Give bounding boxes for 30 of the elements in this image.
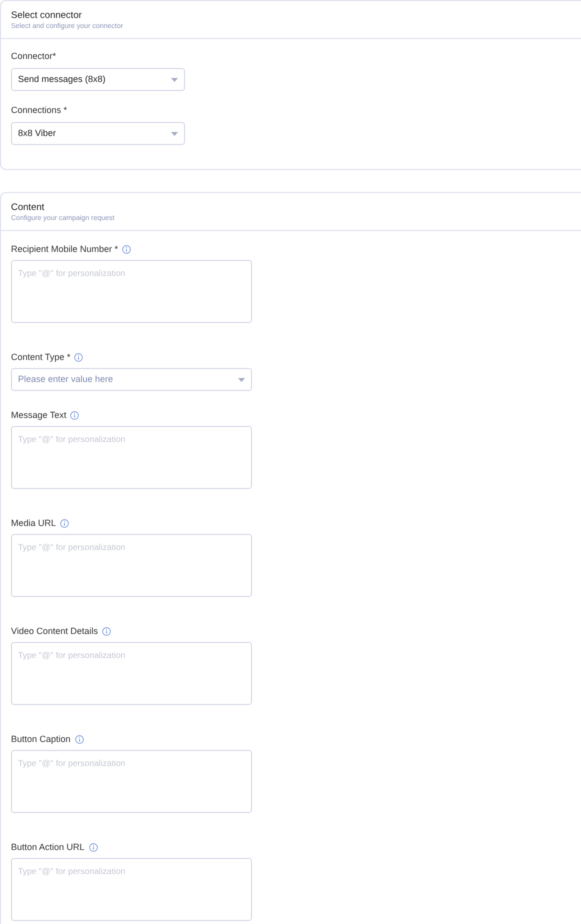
caret-icon <box>171 78 178 82</box>
field-label: Media URL <box>11 516 56 530</box>
info-icon[interactable] <box>88 842 98 852</box>
field-label: Message Text <box>11 408 66 422</box>
info-icon[interactable] <box>60 518 70 528</box>
input-field[interactable]: Type "@" for personalization <box>11 426 252 490</box>
field-label: Recipient Mobile Number * <box>11 242 118 256</box>
field-label: Connections * <box>11 104 68 118</box>
input-field[interactable]: Type "@" for personalization <box>11 750 252 814</box>
info-icon[interactable] <box>122 244 132 254</box>
section-title: Content <box>11 202 46 214</box>
select-field[interactable]: Please enter value here <box>11 368 252 392</box>
input-field[interactable]: Type "@" for personalization <box>11 534 252 598</box>
field-label: Content Type * <box>11 350 70 364</box>
info-icon[interactable] <box>74 352 84 362</box>
field-label: Button Action URL <box>11 840 85 854</box>
input-field[interactable]: Type "@" for personalization <box>11 858 252 922</box>
section-title: Select connector <box>11 10 83 22</box>
field-label: Connector* <box>11 50 56 64</box>
caret-icon <box>171 132 178 136</box>
field-label: Video Content Details <box>11 624 98 638</box>
input-field[interactable]: Type "@" for personalization <box>11 260 252 324</box>
caret-icon <box>238 378 245 382</box>
select-field[interactable]: 8x8 Viber <box>11 122 185 146</box>
info-icon[interactable] <box>70 410 80 420</box>
field-label: Button Caption <box>11 732 71 746</box>
info-icon[interactable] <box>102 626 111 636</box>
select-field[interactable]: Send messages (8x8) <box>11 68 185 92</box>
input-field[interactable]: Type "@" for personalization <box>11 642 252 706</box>
info-icon[interactable] <box>74 734 84 744</box>
